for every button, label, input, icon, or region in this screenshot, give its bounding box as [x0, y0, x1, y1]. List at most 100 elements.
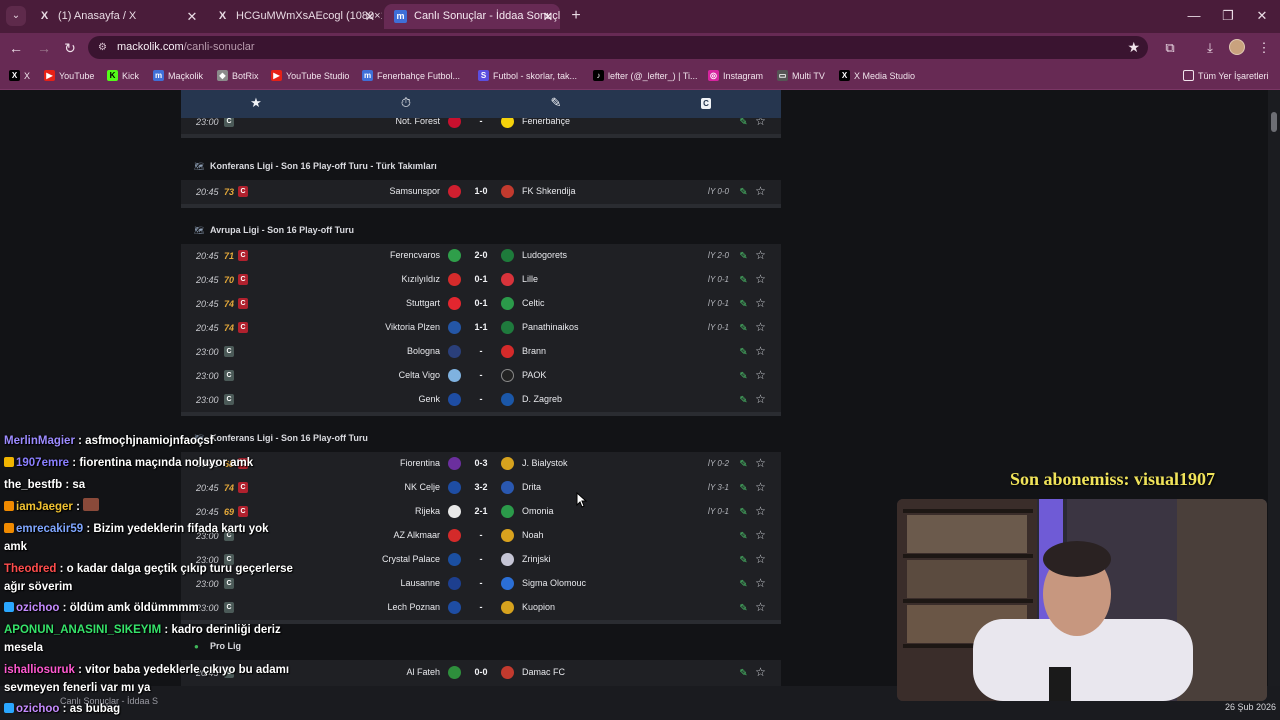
iddaa-icon[interactable]: ✎ — [737, 394, 750, 407]
iddaa-icon[interactable]: ✎ — [737, 458, 750, 471]
match-score: 0-3 — [474, 458, 488, 468]
bookmark-multitv[interactable]: ▭ Multi TV — [777, 69, 825, 83]
new-tab-button[interactable]: + — [568, 6, 584, 26]
favorite-star-icon[interactable]: ☆ — [754, 185, 767, 198]
match-row[interactable]: 20:45 74 C Stuttgart 0-1 Celtic İY 0-1 ✎ ☆ — [181, 292, 781, 316]
chat-username: Theodred — [4, 563, 57, 575]
league-title[interactable]: Avrupa Ligi - Son 16 Play-off Turu — [210, 225, 354, 235]
bookmark-kick[interactable]: K Kick — [107, 69, 139, 83]
favorite-star-icon[interactable]: ☆ — [754, 601, 767, 614]
iddaa-icon[interactable]: ✎ — [737, 298, 750, 311]
tab-search-icon[interactable]: ⌄ — [6, 6, 26, 26]
extensions-icon[interactable]: ⧉ — [1160, 38, 1180, 58]
iddaa-icon[interactable]: ✎ — [737, 186, 750, 199]
url-host[interactable]: mackolik.com — [117, 41, 184, 53]
halftime-score: İY 0-1 — [707, 299, 729, 308]
iddaa-icon[interactable]: ✎ — [737, 530, 750, 543]
favorite-star-icon[interactable]: ☆ — [754, 297, 767, 310]
iddaa-icon[interactable]: ✎ — [737, 346, 750, 359]
all-bookmarks[interactable]: Tüm Yer İşaretleri — [1183, 69, 1269, 83]
match-row[interactable]: 20:45 74 C Viktoria Plzen 1-1 Panathinaiko… — [181, 316, 781, 340]
menu-kebab-icon[interactable]: ⋮ — [1254, 38, 1274, 58]
site-info-icon[interactable]: ⚙ — [96, 41, 109, 54]
profile-avatar[interactable] — [1229, 39, 1245, 55]
favorite-star-icon[interactable]: ☆ — [754, 505, 767, 518]
forward-icon[interactable]: → — [34, 38, 54, 58]
youtube-icon: ▶ — [271, 70, 282, 81]
close-tab-icon[interactable]: ✕ — [540, 4, 556, 29]
favorite-star-icon[interactable]: ☆ — [754, 529, 767, 542]
taskbar-window-label[interactable]: Canlı Sonuçlar - İddaa S — [60, 696, 158, 706]
home-team: Samsunspor — [389, 186, 440, 196]
team-logo-icon — [501, 553, 514, 566]
favorite-star-icon[interactable]: ☆ — [754, 666, 767, 679]
team-logo-icon — [448, 481, 461, 494]
bookmark-mackolik[interactable]: m Maçkolik — [153, 69, 203, 83]
favorite-star-icon[interactable]: ☆ — [754, 481, 767, 494]
iddaa-icon[interactable]: ✎ — [737, 578, 750, 591]
iddaa-icon[interactable]: ✎ — [737, 482, 750, 495]
favorite-star-icon[interactable]: ☆ — [754, 577, 767, 590]
match-row[interactable]: 20:45 73 C Samsunspor 1-0 FK Shkendija İ… — [181, 180, 781, 204]
match-score: - — [479, 554, 483, 564]
favorite-star-icon[interactable]: ☆ — [754, 553, 767, 566]
minimize-icon[interactable]: — — [1184, 6, 1204, 26]
favorite-star-icon[interactable]: ☆ — [754, 345, 767, 358]
bookmark-fenerbahce[interactable]: m Fenerbahçe Futbol... — [362, 69, 460, 83]
iddaa-icon[interactable]: ✎ — [737, 370, 750, 383]
bookmark-tiktok[interactable]: ♪ lefter (@_lefter_) | Ti... — [593, 69, 698, 83]
favorite-star-icon[interactable]: ☆ — [754, 457, 767, 470]
bookmark-youtube[interactable]: ▶ YouTube — [44, 69, 94, 83]
url-path[interactable]: /canli-sonuclar — [184, 41, 255, 53]
back-icon[interactable]: ← — [6, 38, 26, 58]
favorites-tab-icon[interactable]: ★ — [246, 95, 266, 111]
favorite-star-icon[interactable]: ☆ — [754, 369, 767, 382]
favorite-star-icon[interactable]: ☆ — [754, 249, 767, 262]
c-filter-tab[interactable]: C — [701, 98, 711, 109]
iddaa-icon[interactable]: ✎ — [737, 506, 750, 519]
close-tab-icon[interactable]: ✕ — [184, 4, 200, 29]
match-minute: 74 — [224, 323, 235, 333]
tab-image[interactable]: X HCGuMWmXsAEcogl (1080×1350) ✕ — [206, 4, 382, 29]
iddaa-icon[interactable]: ✎ — [737, 250, 750, 263]
tab-x-home[interactable]: X (1) Anasayfa / X ✕ — [28, 4, 204, 29]
favorite-star-icon[interactable]: ☆ — [754, 321, 767, 334]
iddaa-icon[interactable]: ✎ — [737, 602, 750, 615]
close-tab-icon[interactable]: ✕ — [362, 4, 378, 29]
match-row[interactable]: 23:00 C Genk - D. Zagreb ✎ ☆ — [181, 388, 781, 412]
bookmark-youtube-studio[interactable]: ▶ YouTube Studio — [271, 69, 349, 83]
iddaa-icon[interactable]: ✎ — [737, 667, 750, 680]
iddaa-icon[interactable]: ✎ — [737, 322, 750, 335]
scrollbar-thumb[interactable] — [1271, 112, 1277, 132]
bookmark-futbol[interactable]: S Futbol - skorlar, tak... — [478, 69, 577, 83]
downloads-icon[interactable]: ⤓ — [1200, 38, 1220, 58]
page-scrollbar[interactable] — [1268, 90, 1280, 686]
bookmark-x-media-studio[interactable]: X X Media Studio — [839, 69, 915, 83]
favorite-star-icon[interactable]: ☆ — [754, 273, 767, 286]
reload-icon[interactable]: ↻ — [60, 38, 80, 58]
window-close-icon[interactable]: ✕ — [1252, 6, 1272, 26]
address-bar[interactable]: ⚙ mackolik.com/canli-sonuclar ★ — [88, 36, 1148, 59]
match-row[interactable]: 23:00 C Celta Vigo - PAOK ✎ ☆ — [181, 364, 781, 388]
bookmark-x[interactable]: XX — [9, 69, 30, 83]
bookmark-star-icon[interactable]: ★ — [1127, 39, 1140, 56]
live-tab-icon[interactable]: ⏱ — [396, 95, 416, 111]
match-row[interactable]: 20:45 70 C Kızılyıldız 0-1 Lille İY 0-1 ✎ ☆ — [181, 268, 781, 292]
tab-mackolik[interactable]: m Canlı Sonuçlar - İddaa Sonuçları ✕ — [384, 4, 560, 29]
iddaa-tab-icon[interactable]: ✎ — [546, 95, 566, 111]
iddaa-icon[interactable]: ✎ — [737, 274, 750, 287]
favorite-star-icon[interactable]: ☆ — [754, 393, 767, 406]
team-logo-icon — [448, 345, 461, 358]
bookmark-label: Tüm Yer İşaretleri — [1198, 71, 1269, 81]
match-row[interactable]: 23:00 C Bologna - Brann ✎ ☆ — [181, 340, 781, 364]
url-text[interactable]: mackolik.com/canli-sonuclar — [117, 41, 255, 53]
match-score: - — [479, 346, 483, 356]
bookmark-instagram[interactable]: ◎ Instagram — [708, 69, 763, 83]
bookmark-botrix[interactable]: ◆ BotRix — [217, 69, 259, 83]
league-title[interactable]: Konferans Ligi - Son 16 Play-off Turu - … — [210, 161, 437, 171]
iddaa-icon[interactable]: ✎ — [737, 554, 750, 567]
team-logo-icon — [448, 185, 461, 198]
match-row[interactable]: 20:45 71 C Ferencvaros 2-0 Ludogorets İY 2-… — [181, 244, 781, 268]
restore-icon[interactable]: ❐ — [1218, 6, 1238, 26]
league-panel-conference-tr: 🗺 Konferans Ligi - Son 16 Play-off Turu … — [181, 154, 781, 208]
